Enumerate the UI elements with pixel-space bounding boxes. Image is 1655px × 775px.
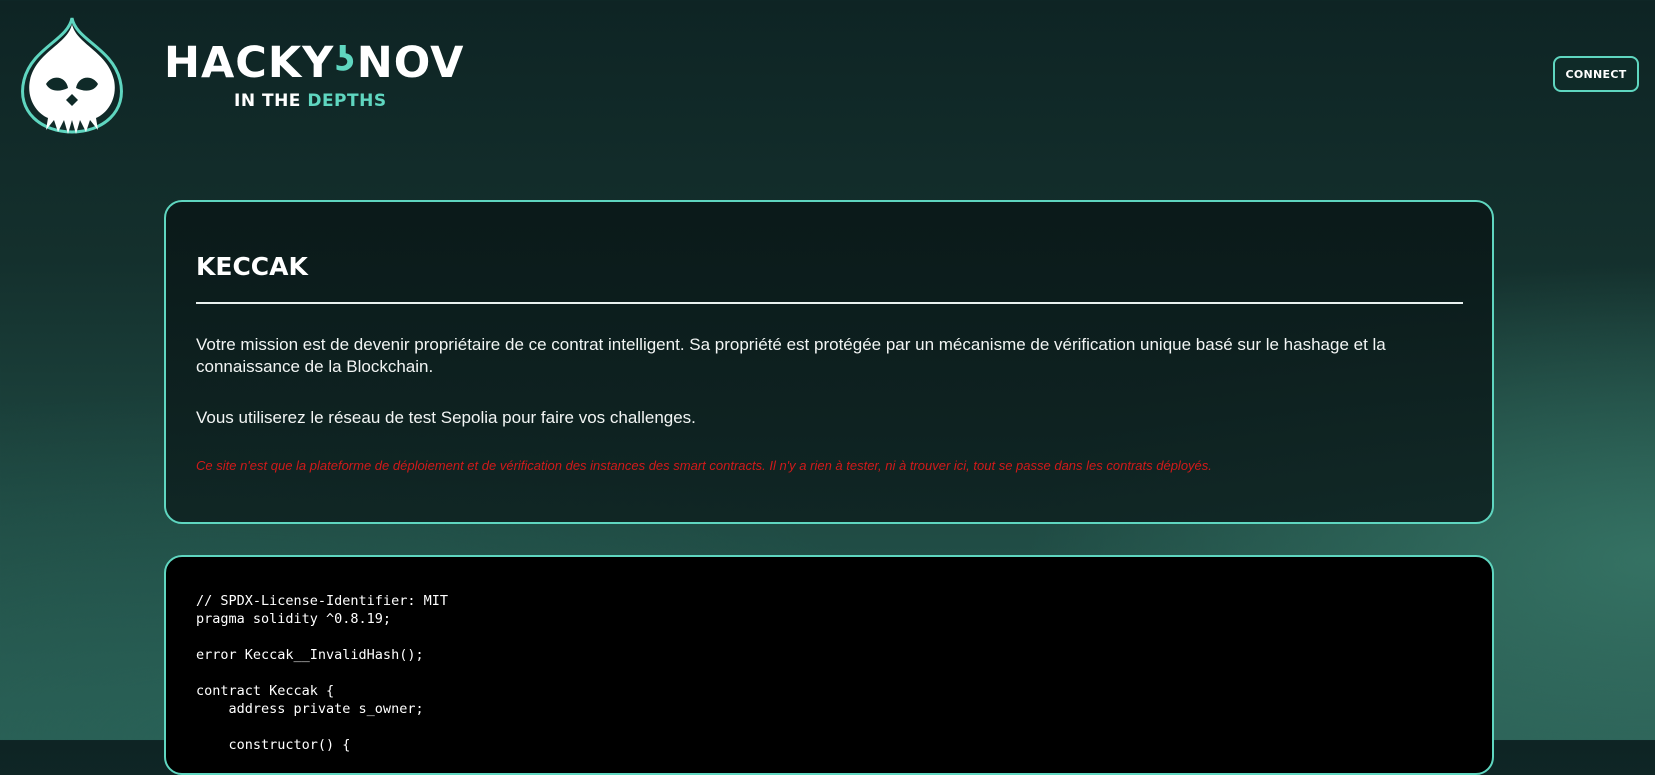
connect-button[interactable]: CONNECT — [1553, 56, 1639, 92]
brand-subtitle-accent: DEPTHS — [307, 91, 387, 111]
brand-subtitle-prefix: IN THE — [234, 91, 308, 111]
network-note: Vous utiliserez le réseau de test Sepoli… — [196, 408, 696, 427]
challenge-description: Votre mission est de devenir propriétair… — [196, 335, 1386, 376]
brand-title: HACKYʖNOV — [164, 40, 484, 89]
code-line: constructor() { — [196, 737, 351, 753]
title-divider — [196, 302, 1463, 304]
code-line: contract Keccak { — [196, 683, 335, 699]
code-line: address private s_owner; — [196, 701, 424, 717]
solidity-code-block[interactable]: // SPDX-License-Identifier: MIT pragma s… — [196, 592, 1462, 754]
challenge-info-card: KECCAK Votre mission est de devenir prop… — [164, 200, 1494, 524]
brand-wordmark[interactable]: HACKYʖNOV IN THE DEPTHS — [164, 40, 484, 111]
code-line: error Keccak__InvalidHash(); — [196, 647, 424, 663]
brand-title-left: HACKY — [164, 38, 335, 88]
brand-title-right: NOV — [356, 38, 465, 88]
contract-code-card[interactable]: // SPDX-License-Identifier: MIT pragma s… — [164, 555, 1494, 775]
hook-icon: ʖ — [335, 40, 356, 80]
code-line: pragma solidity ^0.8.19; — [196, 611, 392, 627]
site-header: HACKYʖNOV IN THE DEPTHS CONNECT — [0, 0, 1655, 150]
brand-subtitle: IN THE DEPTHS — [164, 91, 484, 111]
code-line: // SPDX-License-Identifier: MIT — [196, 593, 448, 609]
disclaimer-warning: Ce site n'est que la plateforme de déplo… — [196, 458, 1212, 473]
challenge-title: KECCAK — [196, 252, 308, 281]
kraken-logo-icon[interactable] — [16, 14, 128, 136]
